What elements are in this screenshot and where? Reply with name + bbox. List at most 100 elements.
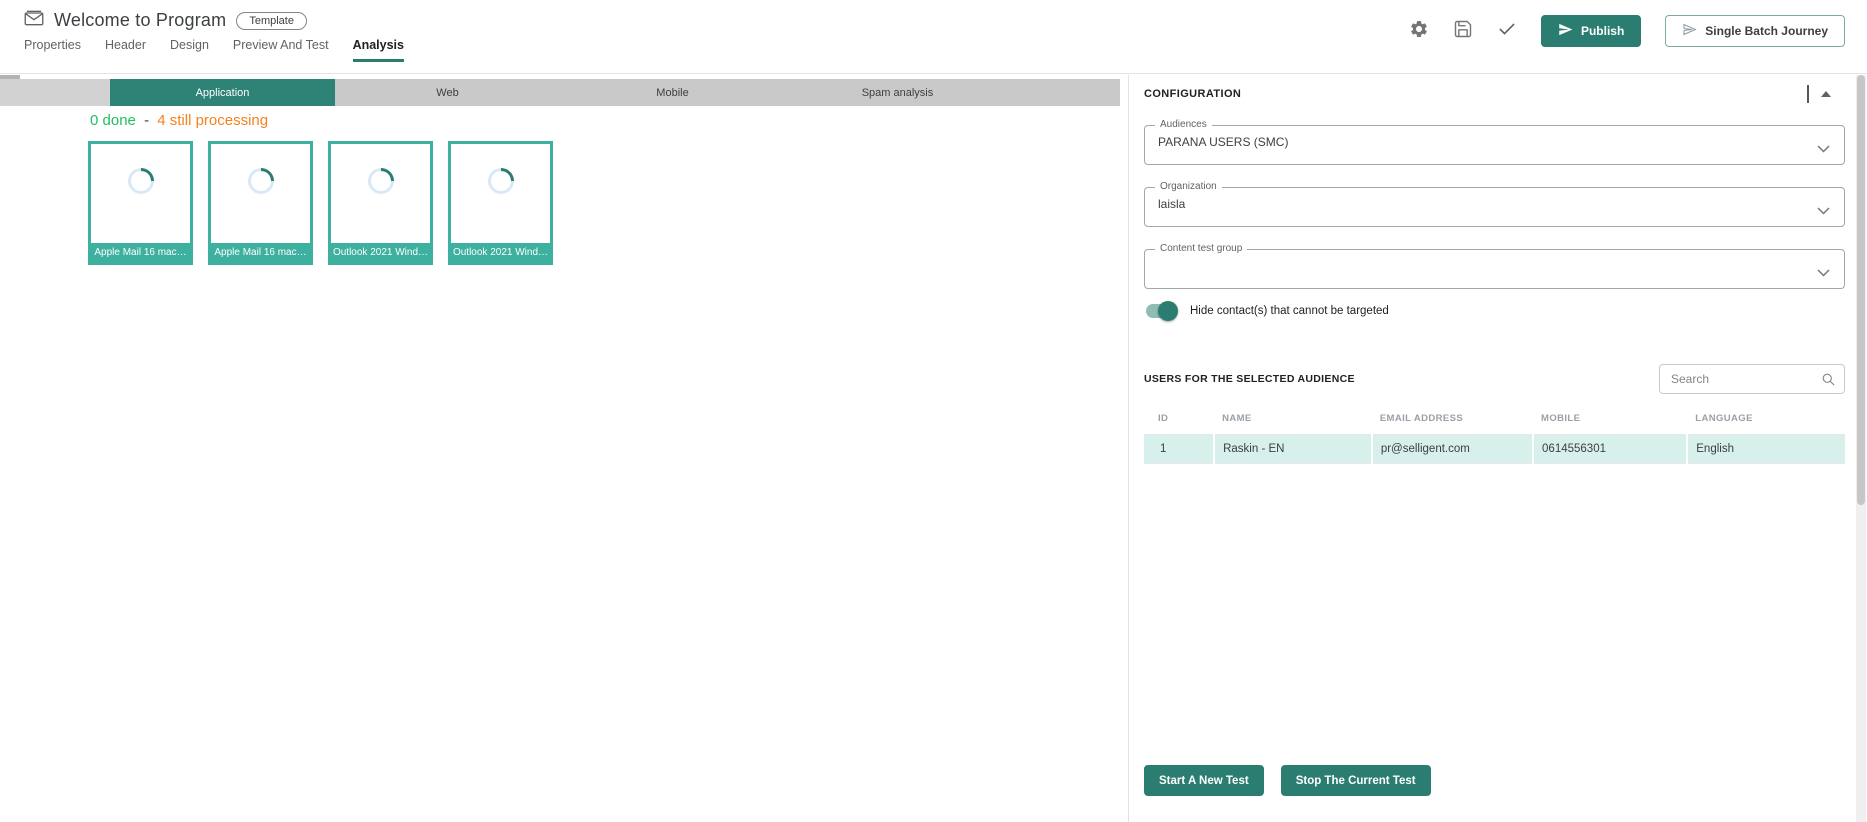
analysis-pane: Application Web Mobile Spam analysis 0 d… <box>0 75 1128 822</box>
content-test-group-value <box>1145 250 1844 259</box>
stop-current-test-button[interactable]: Stop The Current Test <box>1281 765 1431 796</box>
start-new-test-button[interactable]: Start A New Test <box>1144 765 1264 796</box>
single-batch-journey-button[interactable]: Single Batch Journey <box>1665 15 1845 47</box>
preview-card[interactable]: Outlook 2021 Wind… <box>328 141 433 265</box>
users-section-title: USERS FOR THE SELECTED AUDIENCE <box>1144 373 1355 385</box>
cell-mobile: 0614556301 <box>1533 435 1687 464</box>
tab-header[interactable]: Header <box>105 38 146 62</box>
tab-preview-and-test[interactable]: Preview And Test <box>233 38 329 62</box>
check-icon <box>1497 19 1517 42</box>
configuration-panel: CONFIGURATION Audiences PARANA USERS (SM… <box>1128 75 1867 822</box>
preview-card-label: Apple Mail 16 mac… <box>211 243 310 262</box>
preview-card-list: Apple Mail 16 mac… Apple Mail 16 mac… Ou… <box>88 141 553 265</box>
tab-properties[interactable]: Properties <box>24 38 81 62</box>
column-header-name: NAME <box>1214 405 1372 435</box>
email-icon <box>24 10 44 31</box>
client-tab-fill <box>1010 79 1120 106</box>
configuration-title: CONFIGURATION <box>1144 88 1241 100</box>
panel-controls <box>1807 85 1831 103</box>
client-tab-spacer <box>0 79 110 106</box>
loading-spinner-icon <box>482 163 519 200</box>
preview-card-body <box>451 144 550 243</box>
search-input[interactable] <box>1659 364 1845 394</box>
column-header-id: ID <box>1144 405 1214 435</box>
loading-spinner-icon <box>242 163 279 200</box>
header-left: Welcome to Program Template Properties H… <box>24 0 404 73</box>
column-header-email: EMAIL ADDRESS <box>1372 405 1533 435</box>
vertical-scrollbar[interactable] <box>1856 75 1866 822</box>
audiences-value: PARANA USERS (SMC) <box>1145 126 1844 149</box>
client-tab-spam-analysis[interactable]: Spam analysis <box>785 79 1010 106</box>
save-button[interactable] <box>1453 19 1473 42</box>
page-title: Welcome to Program <box>54 10 226 31</box>
preview-card-label: Outlook 2021 Wind… <box>331 243 430 262</box>
users-table-header-row: ID NAME EMAIL ADDRESS MOBILE LANGUAGE <box>1144 405 1845 435</box>
processing-status: 0 done - 4 still processing <box>90 112 268 129</box>
content-test-group-label: Content test group <box>1155 243 1247 254</box>
client-tab-bar: Application Web Mobile Spam analysis <box>0 79 1120 106</box>
organization-value: laisla <box>1145 188 1844 211</box>
content-area: Application Web Mobile Spam analysis 0 d… <box>0 75 1867 822</box>
preview-card[interactable]: Apple Mail 16 mac… <box>208 141 313 265</box>
loading-spinner-icon <box>122 163 159 200</box>
preview-card-body <box>211 144 310 243</box>
publish-label: Publish <box>1581 24 1624 38</box>
preview-card-label: Outlook 2021 Wind… <box>451 243 550 262</box>
client-tab-application[interactable]: Application <box>110 79 335 106</box>
configuration-header: CONFIGURATION <box>1144 85 1845 103</box>
template-badge: Template <box>236 12 307 30</box>
content-test-group-select[interactable]: Content test group <box>1144 249 1845 289</box>
preview-card[interactable]: Outlook 2021 Wind… <box>448 141 553 265</box>
chevron-down-icon <box>1817 202 1830 220</box>
cell-id: 1 <box>1144 435 1214 464</box>
table-row[interactable]: 1 Raskin - EN pr@selligent.com 061455630… <box>1144 435 1845 464</box>
client-tab-mobile[interactable]: Mobile <box>560 79 785 106</box>
header-actions: Publish Single Batch Journey <box>1409 0 1845 73</box>
preview-card-body <box>331 144 430 243</box>
panel-divider <box>1807 85 1809 103</box>
hide-contacts-toggle-label: Hide contact(s) that cannot be targeted <box>1190 305 1389 317</box>
preview-card-body <box>91 144 190 243</box>
loading-spinner-icon <box>362 163 399 200</box>
users-section-header: USERS FOR THE SELECTED AUDIENCE <box>1144 364 1845 394</box>
app-window: Welcome to Program Template Properties H… <box>0 0 1867 822</box>
column-header-language: LANGUAGE <box>1687 405 1845 435</box>
title-row: Welcome to Program Template <box>24 10 404 31</box>
test-actions: Start A New Test Stop The Current Test <box>1144 765 1845 796</box>
chevron-down-icon <box>1817 140 1830 158</box>
paper-plane-outline-icon <box>1682 22 1697 40</box>
hide-contacts-toggle-row: Hide contact(s) that cannot be targeted <box>1144 304 1845 318</box>
cell-name: Raskin - EN <box>1214 435 1372 464</box>
validate-button[interactable] <box>1497 19 1517 42</box>
audiences-select[interactable]: Audiences PARANA USERS (SMC) <box>1144 125 1845 165</box>
cell-language: English <box>1687 435 1845 464</box>
search-icon <box>1821 372 1836 387</box>
collapse-panel-icon[interactable] <box>1821 91 1831 97</box>
column-header-mobile: MOBILE <box>1533 405 1687 435</box>
chevron-down-icon <box>1817 264 1830 282</box>
status-separator: - <box>144 112 149 129</box>
users-table: ID NAME EMAIL ADDRESS MOBILE LANGUAGE 1 … <box>1144 405 1845 464</box>
organization-select[interactable]: Organization laisla <box>1144 187 1845 227</box>
settings-button[interactable] <box>1409 19 1429 42</box>
search-box <box>1659 364 1845 394</box>
organization-label: Organization <box>1155 181 1222 192</box>
single-batch-journey-label: Single Batch Journey <box>1705 24 1828 38</box>
preview-card[interactable]: Apple Mail 16 mac… <box>88 141 193 265</box>
hide-contacts-toggle[interactable] <box>1146 304 1176 318</box>
paper-plane-icon <box>1558 22 1573 40</box>
preview-card-label: Apple Mail 16 mac… <box>91 243 190 262</box>
tab-design[interactable]: Design <box>170 38 209 62</box>
tab-analysis[interactable]: Analysis <box>353 38 404 62</box>
client-tab-web[interactable]: Web <box>335 79 560 106</box>
main-tabs: Properties Header Design Preview And Tes… <box>24 38 404 62</box>
toggle-knob <box>1158 301 1178 321</box>
status-done-count: 0 done <box>90 112 136 129</box>
status-processing-count: 4 still processing <box>157 112 268 129</box>
gear-icon <box>1409 19 1429 42</box>
save-icon <box>1453 19 1473 42</box>
cell-email: pr@selligent.com <box>1372 435 1533 464</box>
publish-button[interactable]: Publish <box>1541 15 1641 47</box>
audiences-label: Audiences <box>1155 119 1212 130</box>
vertical-scrollbar-thumb[interactable] <box>1857 75 1865 505</box>
